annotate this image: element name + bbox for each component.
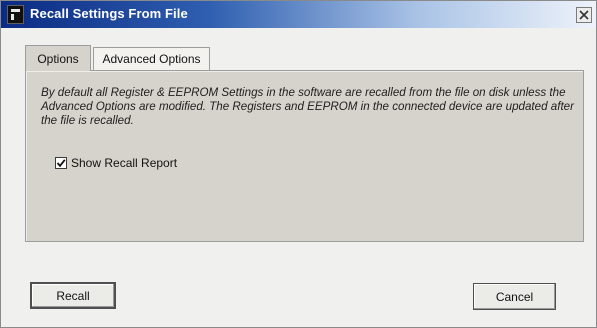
- recall-button[interactable]: Recall: [30, 282, 116, 309]
- tab-options[interactable]: Options: [25, 45, 91, 71]
- show-recall-report-label[interactable]: Show Recall Report: [71, 156, 177, 170]
- recall-settings-dialog: Recall Settings From File Options Advanc…: [0, 0, 597, 328]
- show-recall-report-checkbox[interactable]: [55, 157, 67, 169]
- title-bar[interactable]: Recall Settings From File: [1, 1, 596, 28]
- options-description: By default all Register & EEPROM Setting…: [41, 86, 574, 127]
- show-recall-report-option[interactable]: Show Recall Report: [55, 156, 177, 170]
- cancel-button[interactable]: Cancel: [473, 283, 556, 310]
- checkmark-icon: [56, 159, 66, 168]
- options-panel: By default all Register & EEPROM Setting…: [25, 70, 584, 242]
- close-button[interactable]: [576, 7, 592, 23]
- close-icon: [579, 10, 589, 20]
- tab-advanced-options[interactable]: Advanced Options: [93, 47, 210, 70]
- window-title: Recall Settings From File: [30, 6, 188, 21]
- app-window-icon: [7, 5, 24, 24]
